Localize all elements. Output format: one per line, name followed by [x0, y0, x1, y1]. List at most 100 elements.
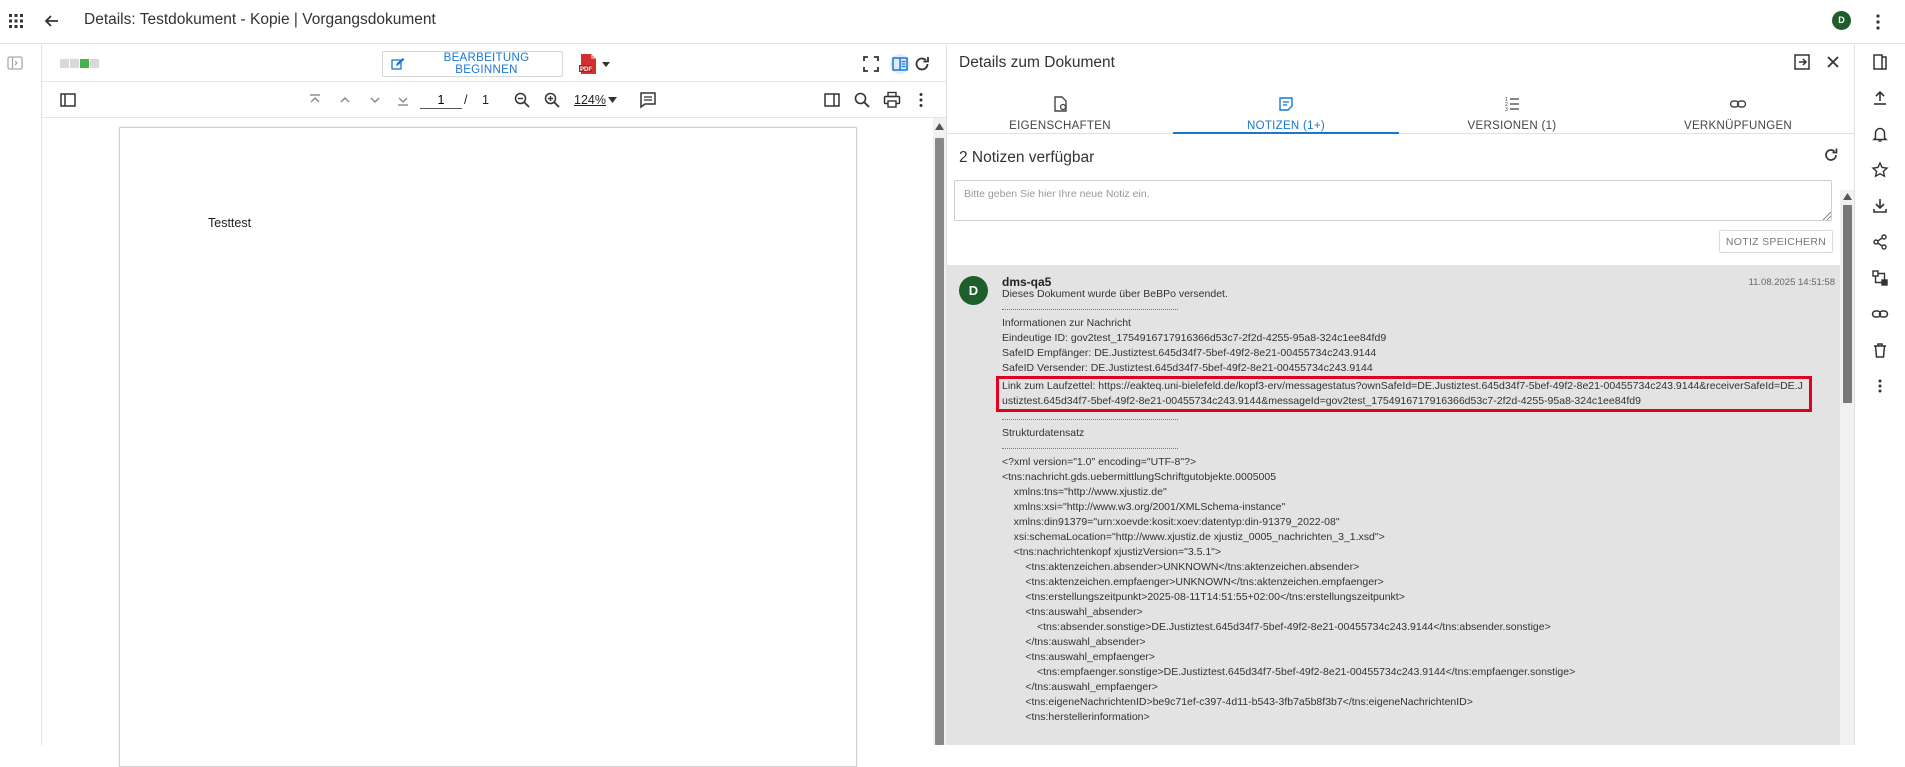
sidebar-toggle-icon[interactable]	[58, 90, 78, 110]
progress-step	[60, 59, 69, 68]
xml-line: xsi:schemaLocation="http://www.xjustiz.d…	[1002, 531, 1385, 543]
print-icon[interactable]	[882, 90, 902, 110]
more-vert-icon[interactable]	[911, 90, 931, 110]
viewer-toolbar: BEARBEITUNG BEGINNEN PDF	[42, 45, 946, 82]
start-editing-label: BEARBEITUNG BEGINNEN	[443, 52, 530, 76]
comment-icon[interactable]	[638, 90, 658, 110]
progress-step	[80, 59, 89, 68]
note-line: Dieses Dokument wurde über BeBPo versend…	[1002, 288, 1228, 300]
user-avatar[interactable]: D	[1832, 11, 1851, 30]
fullscreen-icon[interactable]	[861, 54, 881, 74]
start-editing-button[interactable]: BEARBEITUNG BEGINNEN	[382, 51, 563, 77]
page-separator: /	[464, 93, 468, 107]
document-viewer: BEARBEITUNG BEGINNEN PDF 1 / 1 124% Test…	[42, 45, 946, 767]
zoom-select[interactable]: 124%	[574, 93, 606, 107]
xml-line: <tns:nachrichtenkopf xjustizVersion="3.5…	[1002, 546, 1222, 558]
note-line: Informationen zur Nachricht	[1002, 317, 1131, 329]
sidebar-right-icon[interactable]	[822, 90, 842, 110]
zoom-in-icon[interactable]	[542, 90, 562, 110]
xml-line: <tns:auswahl_absender>	[1002, 606, 1143, 618]
xml-line: <tns:aktenzeichen.absender>UNKNOWN</tns:…	[1002, 561, 1360, 573]
split-view-icon[interactable]	[890, 54, 910, 74]
workflow-progress	[60, 59, 99, 68]
download-icon[interactable]	[1871, 197, 1889, 215]
progress-step	[70, 59, 79, 68]
xml-line: <tns:absender.sonstige>DE.Justiztest.645…	[1002, 621, 1551, 633]
star-icon[interactable]	[1871, 161, 1889, 179]
new-note-input[interactable]	[954, 180, 1832, 221]
refresh-icon[interactable]	[1822, 146, 1840, 164]
note-icon	[1279, 97, 1293, 111]
progress-step	[90, 59, 99, 68]
svg-text:PDF: PDF	[580, 67, 592, 73]
xml-line: <tns:nachricht.gds.uebermittlungSchriftg…	[1002, 471, 1277, 483]
tab-notes[interactable]: NOTIZEN (1+)	[1173, 88, 1399, 134]
xml-line: </tns:auswahl_absender>	[1002, 636, 1146, 648]
divider	[1002, 448, 1178, 455]
pdf-icon[interactable]: PDF	[578, 53, 598, 75]
tab-label: VERKNÜPFUNGEN	[1683, 120, 1793, 132]
note-author-avatar: D	[959, 276, 988, 305]
divider	[1002, 309, 1178, 316]
more-vert-icon[interactable]	[1868, 12, 1888, 32]
search-icon[interactable]	[852, 90, 872, 110]
workflow-icon[interactable]	[1871, 269, 1889, 287]
apps-grid-icon[interactable]	[8, 13, 24, 29]
share-icon[interactable]	[1871, 233, 1889, 251]
viewer-scrollbar-thumb[interactable]	[935, 138, 944, 745]
pdf-toolbar: / 1 124%	[42, 82, 946, 118]
tab-versions[interactable]: 1 2 3 VERSIONEN (1)	[1399, 88, 1625, 134]
dropdown-caret-icon[interactable]	[600, 59, 612, 69]
note-line: SafeID Versender: DE.Justiztest.645d34f7…	[1002, 362, 1373, 374]
last-page-icon[interactable]	[393, 90, 413, 110]
tab-links[interactable]: VERKNÜPFUNGEN	[1625, 88, 1851, 134]
scroll-up-arrow-icon[interactable]	[935, 123, 944, 130]
app-header: Details: Testdokument - Kopie | Vorgangs…	[0, 0, 1905, 44]
xml-line: <tns:erstellungszeitpunkt>2025-08-11T14:…	[1002, 591, 1405, 603]
file-settings-icon	[1054, 96, 1067, 112]
link-icon[interactable]	[1871, 305, 1889, 323]
note-line: SafeID Empfänger: DE.Justiztest.645d34f7…	[1002, 347, 1377, 359]
scroll-up-arrow-icon[interactable]	[1843, 193, 1852, 200]
zoom-caret-icon[interactable]	[608, 97, 617, 103]
close-icon[interactable]	[1823, 52, 1843, 72]
details-tabs: EIGENSCHAFTEN NOTIZEN (1+) 1 2 3 VERSION…	[947, 88, 1855, 134]
details-scrollbar-thumb[interactable]	[1843, 205, 1852, 403]
link-icon	[1729, 100, 1747, 108]
right-action-bar	[1854, 45, 1905, 745]
bell-icon[interactable]	[1871, 125, 1889, 143]
xml-line: <tns:auswahl_empfaenger>	[1002, 651, 1155, 663]
previous-page-icon[interactable]	[335, 90, 355, 110]
save-note-button[interactable]: NOTIZ SPEICHERN	[1719, 230, 1833, 253]
xml-line: <tns:herstellerinformation>	[1002, 711, 1150, 723]
resize-grip-icon[interactable]	[1823, 212, 1831, 220]
expand-panel-icon[interactable]	[6, 54, 24, 72]
note-line: Strukturdatensatz	[1002, 427, 1085, 439]
xml-line: <tns:eigeneNachrichtenID>be9c71ef-c397-4…	[1002, 696, 1473, 708]
back-arrow-icon[interactable]	[42, 11, 62, 31]
more-vert-icon[interactable]	[1871, 377, 1889, 395]
tab-properties[interactable]: EIGENSCHAFTEN	[947, 88, 1173, 134]
list-numbered-icon: 1 2 3	[1505, 97, 1519, 113]
first-page-icon[interactable]	[305, 90, 325, 110]
open-external-icon[interactable]	[1792, 52, 1812, 72]
laufzettel-link[interactable]: Link zum Laufzettel: https://eakteq.uni-…	[996, 376, 1812, 412]
edit-icon	[391, 58, 405, 70]
reload-icon[interactable]	[912, 54, 932, 74]
tab-label: EIGENSCHAFTEN	[1009, 120, 1111, 132]
xml-line: xmlns:din91379="urn:xoevde:kosit:xoev:da…	[1002, 516, 1340, 528]
xml-line: xmlns:tns="http://www.xjustiz.de"	[1002, 486, 1167, 498]
zoom-out-icon[interactable]	[512, 90, 532, 110]
document-page: Testtest	[119, 127, 857, 767]
delete-icon[interactable]	[1871, 341, 1889, 359]
upload-icon[interactable]	[1871, 89, 1889, 107]
tab-label: VERSIONEN (1)	[1467, 120, 1557, 132]
svg-text:3: 3	[1505, 107, 1508, 113]
page-number-input[interactable]	[420, 91, 462, 109]
document-view-icon[interactable]	[1871, 53, 1889, 71]
next-page-icon[interactable]	[365, 90, 385, 110]
page-total: 1	[482, 93, 489, 107]
notes-count: 2 Notizen verfügbar	[959, 149, 1095, 166]
note-body: Dieses Dokument wurde über BeBPo versend…	[996, 287, 1822, 725]
xml-line: </tns:auswahl_empfaenger>	[1002, 681, 1158, 693]
